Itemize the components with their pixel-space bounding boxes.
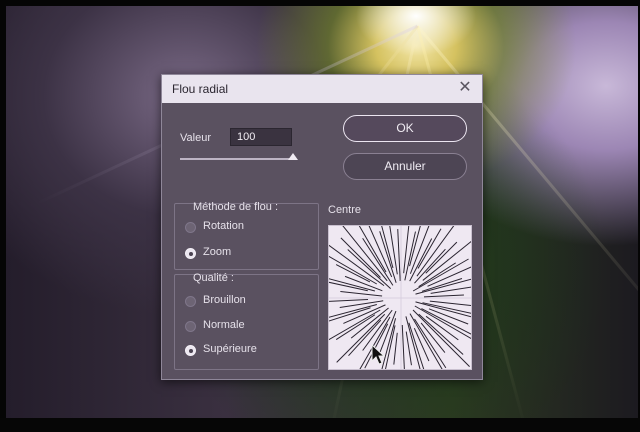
dialog-title: Flou radial — [172, 82, 229, 96]
zoom-streak — [416, 226, 455, 277]
zoom-streak — [329, 244, 385, 287]
zoom-streak — [422, 240, 471, 281]
radio-rotation[interactable] — [185, 222, 196, 233]
value-label: Valeur — [180, 132, 211, 144]
zoom-option-label[interactable]: Zoom — [203, 246, 231, 258]
rotation-option-label[interactable]: Rotation — [203, 220, 244, 232]
mouse-cursor-icon — [371, 344, 386, 365]
zoom-streak — [401, 324, 405, 369]
best-option-label[interactable]: Supérieure — [203, 343, 257, 355]
radial-blur-dialog: Flou radial ✕ Valeur OK Annuler Méthode … — [161, 74, 483, 380]
normal-option-label[interactable]: Normale — [203, 319, 245, 331]
radio-zoom[interactable] — [185, 248, 196, 259]
quality-title: Qualité : — [193, 272, 234, 284]
zoom-streak — [393, 332, 398, 365]
quality-group: Qualité : Brouillon Normale Supérieure — [174, 272, 319, 370]
value-slider-thumb[interactable] — [288, 153, 298, 160]
draft-option-label[interactable]: Brouillon — [203, 294, 246, 306]
radio-draft[interactable] — [185, 296, 196, 307]
blur-method-title: Méthode de flou : — [193, 201, 279, 213]
radial-zoom-preview — [329, 226, 471, 369]
zoom-streak — [368, 226, 393, 278]
zoom-streak — [423, 294, 464, 298]
ok-button[interactable]: OK — [343, 115, 467, 142]
zoom-streak — [418, 313, 464, 355]
zoom-streak — [329, 299, 369, 302]
radio-normal[interactable] — [185, 321, 196, 332]
zoom-streak — [405, 331, 412, 366]
zoom-streak — [340, 290, 383, 297]
blur-method-group: Méthode de flou : Rotation Zoom — [174, 201, 319, 270]
center-label: Centre — [328, 204, 362, 216]
zoom-streak — [342, 226, 388, 282]
value-slider-track[interactable] — [180, 158, 292, 160]
zoom-streak — [329, 278, 376, 292]
zoom-streak — [429, 300, 471, 307]
cancel-button[interactable]: Annuler — [343, 153, 467, 180]
zoom-streak — [397, 229, 401, 282]
zoom-streak — [414, 318, 447, 369]
close-icon[interactable]: ✕ — [454, 78, 476, 98]
dialog-titlebar[interactable]: Flou radial ✕ — [162, 75, 482, 103]
radio-best[interactable] — [185, 345, 196, 356]
blur-center-preview[interactable] — [328, 225, 472, 370]
screen-bezel — [0, 418, 640, 432]
value-input[interactable] — [230, 128, 292, 146]
